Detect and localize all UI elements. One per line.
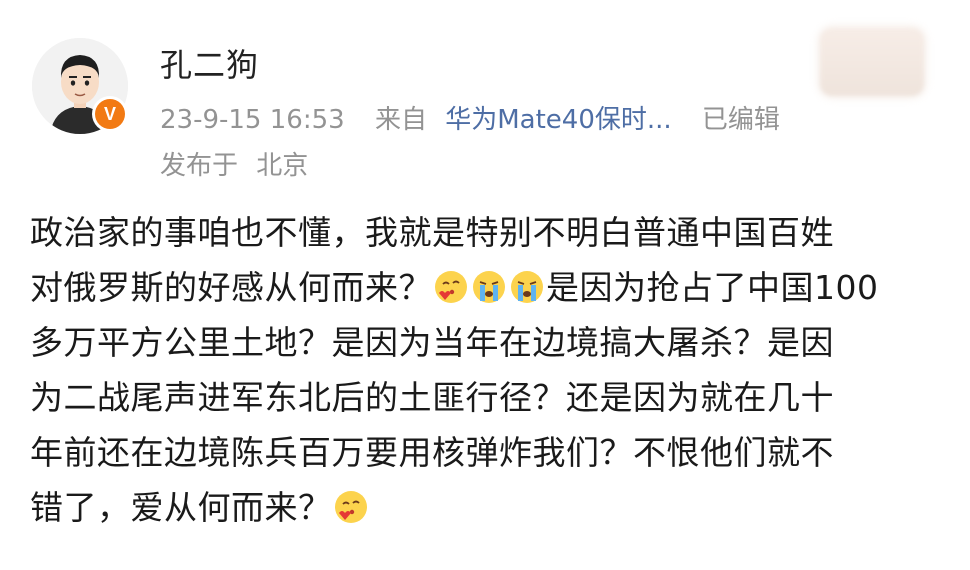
verified-v-icon: V <box>95 99 125 129</box>
user-name[interactable]: 孔二狗 <box>160 40 259 86</box>
location-label: 发布于 <box>160 151 239 181</box>
post-line: 政治家的事咱也不懂，我就是特别不明白普通中国百姓 <box>30 213 834 252</box>
crying-face-icon <box>473 271 505 303</box>
post-line: 年前还在边境陈兵百万要用核弹炸我们？不恨他们就不 <box>30 433 834 472</box>
kiss-heart-emoji-icon <box>334 491 367 523</box>
location-value: 北京 <box>256 151 309 181</box>
post-time: 23-9-15 16:53 <box>160 105 345 135</box>
source-label: 来自 <box>374 105 427 135</box>
post-text: 对俄罗斯的好感从何而来？ <box>30 268 432 307</box>
follow-button-blurred[interactable] <box>820 28 924 96</box>
edited-label[interactable]: 已编辑 <box>702 99 780 136</box>
source-device-link[interactable]: 华为Mate40保时... <box>445 99 671 136</box>
kiss-heart-emoji-icon <box>435 271 467 303</box>
post-content: 政治家的事咱也不懂，我就是特别不明白普通中国百姓 对俄罗斯的好感从何而来？ 是因… <box>30 205 945 535</box>
crying-face-icon <box>511 271 543 303</box>
post-location: 发布于 北京 <box>160 145 308 182</box>
post-meta: 23-9-15 16:53 来自 华为Mate40保时... 已编辑 <box>160 99 780 136</box>
verified-badge: V <box>92 96 128 132</box>
post-line: 错了，爱从何而来？ <box>30 480 945 535</box>
post-line: 对俄罗斯的好感从何而来？ 是因为抢占了中国100 <box>30 260 945 315</box>
post-line: 为二战尾声进军东北后的土匪行径？还是因为就在几十 <box>30 378 834 417</box>
post-line: 多万平方公里土地？是因为当年在边境搞大屠杀？是因 <box>30 323 834 362</box>
post-text: 是因为抢占了中国100 <box>546 268 879 307</box>
post-text: 错了，爱从何而来？ <box>30 488 332 527</box>
